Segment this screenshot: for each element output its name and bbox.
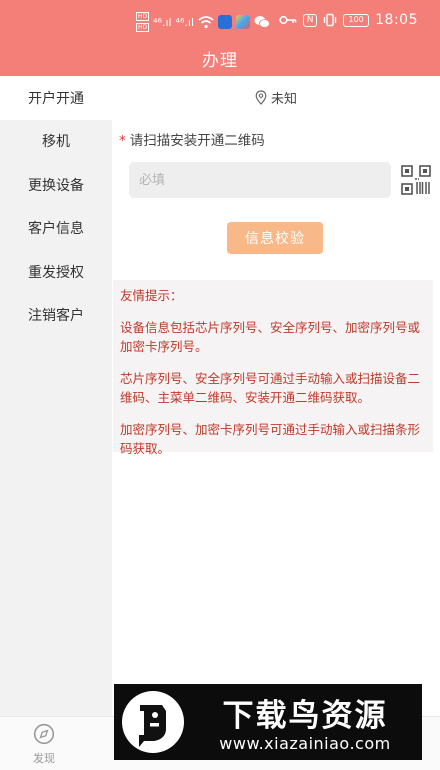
location-indicator[interactable]: 未知 xyxy=(112,76,440,118)
signal-icon-1: ⁴⁶.ıl xyxy=(153,15,172,29)
bird-logo xyxy=(122,691,184,753)
qr-code-icon xyxy=(401,165,431,195)
location-pin-icon xyxy=(255,89,267,105)
status-bar-left: HD HD ⁴⁶.ıl ⁴⁶.ıl xyxy=(136,12,270,32)
page-title: 办理 xyxy=(202,51,238,71)
device-code-input[interactable] xyxy=(129,162,391,198)
sidebar-item-customer-info[interactable]: 客户信息 xyxy=(0,207,112,251)
app-notification-icon-2 xyxy=(236,15,251,29)
status-bar: HD HD ⁴⁶.ıl ⁴⁶.ıl N 100 18:05 xyxy=(0,10,440,36)
nav-item-discover[interactable]: 发现 xyxy=(4,723,84,766)
sidebar-item-relocate[interactable]: 移机 xyxy=(0,120,112,164)
hd-badge-top: HD xyxy=(136,12,150,21)
status-time: 18:05 xyxy=(375,12,418,28)
sidebar-item-cancel-customer[interactable]: 注销客户 xyxy=(0,294,112,338)
scan-qr-label-text: 请扫描安装开通二维码 xyxy=(129,133,265,149)
location-text: 未知 xyxy=(270,91,297,107)
signal-icon-2: ⁴⁶.ıl xyxy=(175,15,195,29)
hd-badge: HD HD xyxy=(136,12,150,32)
scan-qr-label: * 请扫描安装开通二维码 xyxy=(119,129,265,149)
scan-qr-button[interactable] xyxy=(401,165,431,195)
nav-label-discover: 发现 xyxy=(33,752,55,765)
tips-title: 友情提示： xyxy=(120,288,183,303)
discover-icon xyxy=(33,723,55,745)
tips-panel: 友情提示： 设备信息包括芯片序列号、安全序列号、加密序列号或加密卡序列号。 芯片… xyxy=(113,280,433,456)
sidebar: 开户开通 移机 更换设备 客户信息 重发授权 注销客户 xyxy=(0,76,112,716)
watermark-url: www.xiazainiao.com xyxy=(219,734,391,753)
wifi-icon xyxy=(198,15,214,28)
key-icon xyxy=(279,15,297,25)
app-header: HD HD ⁴⁶.ıl ⁴⁶.ıl N 100 18:05 办理 xyxy=(0,0,440,76)
tips-line-3: 加密序列号、加密卡序列号可通过手动输入或扫描条形码获取。 xyxy=(120,422,421,456)
watermark-main-text: 下载鸟资源 xyxy=(222,698,388,734)
tips-line-1: 设备信息包括芯片序列号、安全序列号、加密序列号或加密卡序列号。 xyxy=(120,320,421,354)
status-bar-right: N 100 18:05 xyxy=(279,12,418,28)
required-mark: * xyxy=(119,133,126,149)
tips-line-2: 芯片序列号、安全序列号可通过手动输入或扫描设备二维码、主菜单二维码、安装开通二维… xyxy=(120,371,421,405)
wechat-icon xyxy=(254,16,270,28)
sidebar-item-open-account[interactable]: 开户开通 xyxy=(0,76,112,120)
verify-info-button[interactable]: 信息校验 xyxy=(227,222,323,254)
nfc-icon: N xyxy=(303,13,318,27)
sidebar-item-replace-device[interactable]: 更换设备 xyxy=(0,163,112,207)
hd-badge-bottom: HD xyxy=(136,23,150,32)
watermark-banner: 下载鸟资源 www.xiazainiao.com xyxy=(114,684,422,760)
app-notification-icon-1 xyxy=(218,15,233,29)
sidebar-item-resend-authorization[interactable]: 重发授权 xyxy=(0,250,112,294)
bird-logo-icon xyxy=(139,705,166,747)
battery-icon: 100 xyxy=(343,13,370,27)
vibrate-icon xyxy=(323,13,337,27)
